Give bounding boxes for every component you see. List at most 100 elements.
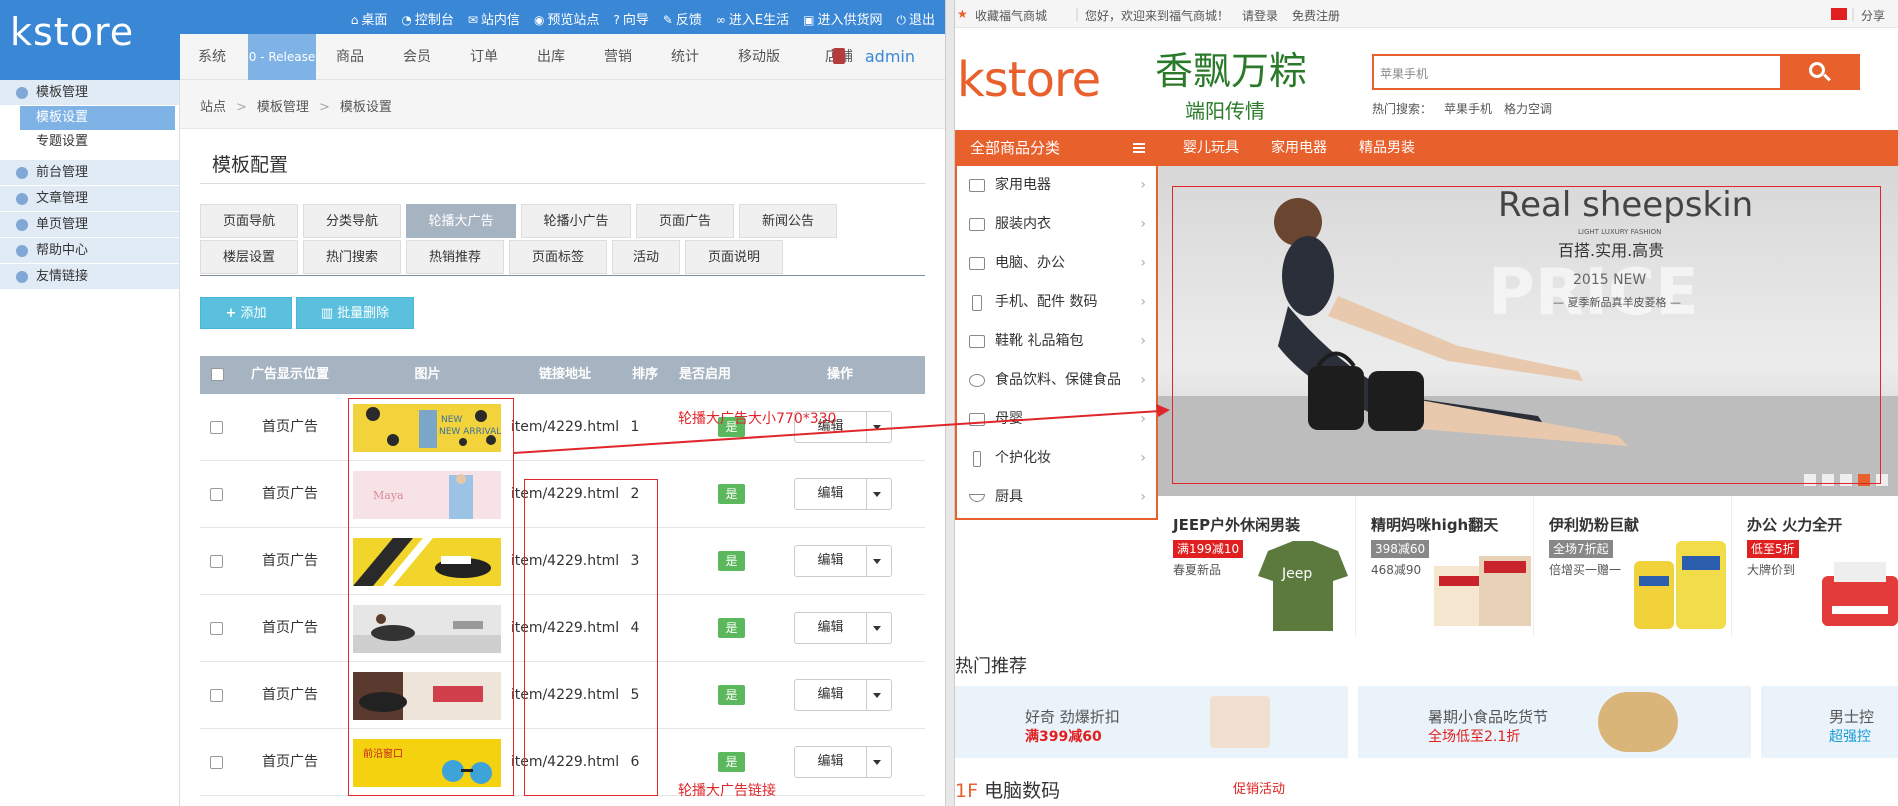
nav-menswear[interactable]: 精品男装 (1359, 130, 1415, 166)
tab-big-carousel[interactable]: 轮播大广告 (406, 204, 516, 238)
toplink-supply[interactable]: ▣ 进入供货网 (803, 9, 882, 28)
toplink-feedback[interactable]: ✎ 反馈 (663, 9, 702, 28)
tab-page-desc[interactable]: 页面说明 (685, 240, 783, 274)
search-input[interactable]: 苹果手机 (1380, 65, 1428, 82)
search-button[interactable] (1780, 56, 1858, 88)
nav-marketing[interactable]: 营销 (604, 34, 632, 80)
tab-hot-sale[interactable]: 热销推荐 (406, 240, 504, 274)
sidebar-group-help[interactable]: 帮助中心 (0, 238, 179, 264)
promo-badge: 398减60 (1371, 540, 1430, 558)
sidebar-group-frontend[interactable]: 前台管理 (0, 160, 179, 186)
tab-category-nav[interactable]: 分类导航 (303, 204, 401, 238)
category-item[interactable]: 电脑、办公 › (957, 244, 1156, 283)
tab-small-carousel[interactable]: 轮播小广告 (521, 204, 631, 238)
hot-rec-card[interactable]: 好奇 劲爆折扣 满399减60 (955, 686, 1348, 758)
row-position: 首页广告 (262, 687, 318, 703)
toplink-console[interactable]: ◔ 控制台 (401, 9, 454, 28)
row-checkbox[interactable] (210, 488, 223, 501)
caret-down-icon[interactable] (873, 760, 881, 765)
register-link[interactable]: 免费注册 (1292, 7, 1340, 24)
category-item[interactable]: 母婴 › (957, 400, 1156, 439)
tab-hot-search[interactable]: 热门搜索 (303, 240, 401, 274)
hot-search-item[interactable]: 格力空调 (1504, 102, 1552, 116)
toplink-guide[interactable]: ? 向导 (613, 9, 648, 28)
edit-button[interactable]: 编辑 (794, 679, 892, 711)
tab-page-nav[interactable]: 页面导航 (200, 204, 298, 238)
category-item[interactable]: 服装内衣 › (957, 205, 1156, 244)
hot-search-item[interactable]: 苹果手机 (1444, 102, 1492, 116)
row-checkbox[interactable] (210, 622, 223, 635)
nav-release[interactable]: 0 - Release (248, 34, 316, 80)
category-item[interactable]: 手机、配件 数码 › (957, 283, 1156, 322)
caret-down-icon[interactable] (873, 693, 881, 698)
edit-button[interactable]: 编辑 (794, 612, 892, 644)
toplink-logout[interactable]: ⏻ 退出 (896, 9, 935, 28)
toplink-preview[interactable]: ◉ 预览站点 (534, 9, 600, 28)
admin-username[interactable]: admin (865, 34, 915, 80)
hot-rec-card[interactable]: 暑期小食品吃货节 全场低至2.1折 (1358, 686, 1751, 758)
mail-icon[interactable] (1831, 8, 1847, 20)
promo-card[interactable]: JEEP户外休闲男装 满199减10 春夏新品 Jeep (1158, 496, 1356, 636)
nav-system[interactable]: 系统 (198, 34, 226, 80)
nav-goods[interactable]: 商品 (336, 34, 364, 80)
select-all-checkbox[interactable] (211, 368, 224, 381)
breadcrumb-template-mgmt[interactable]: 模板管理 (257, 100, 309, 115)
sidebar-item-template-settings[interactable]: 模板设置 (20, 106, 175, 130)
nav-outbound[interactable]: 出库 (537, 34, 565, 80)
breadcrumb-site[interactable]: 站点 (200, 100, 226, 115)
promo-card[interactable]: 办公 火力全开 低至5折 大牌价到 (1732, 496, 1898, 636)
tab-page-ad[interactable]: 页面广告 (636, 204, 734, 238)
header-select-all[interactable] (208, 356, 228, 394)
category-item[interactable]: 个护化妆 › (957, 439, 1156, 478)
edit-button[interactable]: 编辑 (794, 746, 892, 778)
sidebar-group-articles[interactable]: 文章管理 (0, 186, 179, 212)
promo-activity-label[interactable]: 促销活动 (1233, 778, 1285, 797)
favorite-link[interactable]: 收藏福气商城 (975, 7, 1047, 24)
edit-button[interactable]: 编辑 (794, 545, 892, 577)
row-checkbox[interactable] (210, 689, 223, 702)
sidebar-group-single-page[interactable]: 单页管理 (0, 212, 179, 238)
all-categories[interactable]: 全部商品分类 (955, 130, 1155, 166)
promo-card[interactable]: 伊利奶粉巨献 全场7折起 倍增买一赠一 (1534, 496, 1732, 636)
toplink-desktop[interactable]: ⌂ 桌面 (351, 9, 388, 28)
sidebar-item-topic-settings[interactable]: 专题设置 (0, 130, 179, 154)
promo-badge: 全场7折起 (1549, 540, 1613, 558)
category-item[interactable]: 家用电器 › (957, 166, 1156, 205)
sidebar-group-links[interactable]: 友情链接 (0, 264, 179, 290)
promo-card[interactable]: 精明妈咪high翻天 398减60 468减90 (1356, 496, 1534, 636)
add-button[interactable]: + 添加 (200, 297, 292, 329)
category-item[interactable]: 厨具 › (957, 478, 1156, 517)
nav-stats[interactable]: 统计 (671, 34, 699, 80)
batch-delete-button[interactable]: ▥ 批量删除 (296, 297, 414, 329)
share-link[interactable]: 分享 (1861, 7, 1885, 24)
category-item[interactable]: 食品饮料、保健食品 › (957, 361, 1156, 400)
edit-button[interactable]: 编辑 (794, 478, 892, 510)
row-checkbox[interactable] (210, 555, 223, 568)
category-item[interactable]: 鞋靴 礼品箱包 › (957, 322, 1156, 361)
tab-floor[interactable]: 楼层设置 (200, 240, 298, 274)
login-link[interactable]: 请登录 (1242, 7, 1278, 24)
sidebar-group-template[interactable]: 模板管理 (0, 80, 179, 106)
hot-rec-card[interactable]: 男士控 超强控 (1761, 686, 1898, 758)
caret-down-icon[interactable] (873, 559, 881, 564)
nav-member[interactable]: 会员 (403, 34, 431, 80)
row-checkbox[interactable] (210, 421, 223, 434)
nav-order[interactable]: 订单 (470, 34, 498, 80)
window-divider[interactable] (945, 0, 955, 806)
caret-down-icon[interactable] (873, 626, 881, 631)
caret-down-icon[interactable] (873, 425, 881, 430)
store-logo[interactable]: kstore (957, 52, 1101, 108)
caret-down-icon[interactable] (873, 492, 881, 497)
toplink-elife[interactable]: ∞ 进入E生活 (716, 9, 789, 28)
nav-mobile[interactable]: 移动版 (738, 34, 780, 80)
toplink-messages[interactable]: ✉ 站内信 (468, 9, 520, 28)
menu-icon[interactable] (1133, 143, 1145, 145)
nav-baby-toys[interactable]: 婴儿玩具 (1183, 130, 1239, 166)
tab-activity[interactable]: 活动 (612, 240, 680, 274)
admin-logo[interactable]: kstore (0, 0, 180, 80)
nav-appliances[interactable]: 家用电器 (1271, 130, 1327, 166)
store-topbar: ★ 收藏福气商城 | 您好，欢迎来到福气商城！ 请登录 免费注册 | 分享 (955, 0, 1898, 28)
tab-page-tags[interactable]: 页面标签 (509, 240, 607, 274)
row-checkbox[interactable] (210, 756, 223, 769)
tab-news[interactable]: 新闻公告 (739, 204, 837, 238)
